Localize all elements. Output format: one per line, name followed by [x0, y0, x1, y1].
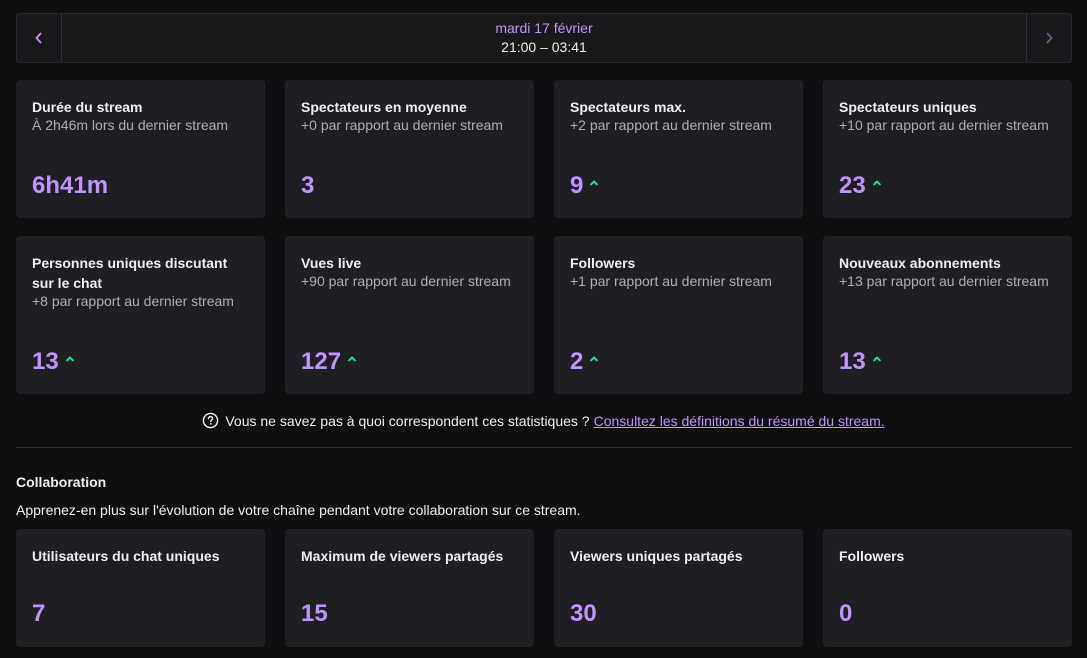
stat-value: 9 [570, 172, 584, 199]
stream-time-range: 21:00 – 03:41 [501, 39, 587, 55]
collab-card-unique-shared-viewers: Viewers uniques partagés 30 [554, 529, 803, 647]
trend-up-icon [347, 356, 357, 362]
stat-title: Vues live [301, 255, 362, 271]
stat-value: 127 [301, 348, 342, 375]
stat-title: Durée du stream [32, 99, 143, 115]
stat-card-average-viewers: Spectateurs en moyenne +0 par rapport au… [285, 80, 534, 218]
section-divider [16, 447, 1072, 448]
previous-stream-button[interactable] [17, 14, 62, 62]
stat-value: 15 [301, 600, 328, 627]
trend-up-icon [65, 356, 74, 362]
stat-title: Followers [570, 255, 636, 271]
collab-card-max-shared-viewers: Maximum de viewers partagés 15 [285, 529, 534, 647]
stream-summary-definitions-link[interactable]: Consultez les définitions du résumé du s… [594, 413, 885, 429]
stat-title: Spectateurs uniques [839, 99, 977, 115]
stat-card-stream-duration: Durée du stream À 2h46m lors du dernier … [16, 80, 265, 218]
collaboration-description: Apprenez-en plus sur l'évolution de votr… [16, 502, 581, 518]
trend-up-icon [590, 180, 599, 186]
stat-comparison: +0 par rapport au dernier stream [301, 117, 503, 133]
collaboration-heading: Collaboration [16, 474, 107, 490]
stat-value: 13 [839, 348, 866, 375]
collab-card-followers: Followers 0 [823, 529, 1072, 647]
stat-value: 2 [570, 348, 584, 375]
next-stream-button[interactable] [1026, 14, 1071, 62]
stats-help-line: Vous ne savez pas à quoi correspondent c… [0, 412, 1087, 429]
stat-comparison: +8 par rapport au dernier stream [32, 293, 234, 309]
stat-card-unique-viewers: Spectateurs uniques +10 par rapport au d… [823, 80, 1072, 218]
stat-title: Followers [839, 548, 905, 564]
stat-value: 30 [570, 600, 597, 627]
collab-card-unique-chat-users: Utilisateurs du chat uniques 7 [16, 529, 265, 647]
stat-card-unique-chatters: Personnes uniques discutant sur le chat … [16, 236, 265, 394]
stream-date: mardi 17 février [495, 20, 593, 36]
stat-card-followers: Followers +1 par rapport au dernier stre… [554, 236, 803, 394]
date-display: mardi 17 février 21:00 – 03:41 [62, 14, 1026, 62]
stat-value: 3 [301, 172, 315, 199]
stat-comparison: +10 par rapport au dernier stream [839, 117, 1049, 133]
stat-card-live-views: Vues live +90 par rapport au dernier str… [285, 236, 534, 394]
chevron-right-icon [1046, 32, 1053, 44]
stat-title: Spectateurs max. [570, 99, 686, 115]
stat-title: Personnes uniques discutant sur le chat [32, 255, 228, 291]
stat-title: Utilisateurs du chat uniques [32, 548, 220, 564]
stat-value: 23 [839, 172, 866, 199]
stat-comparison: +1 par rapport au dernier stream [570, 273, 772, 289]
stat-comparison: +2 par rapport au dernier stream [570, 117, 772, 133]
stat-title: Maximum de viewers partagés [301, 548, 504, 564]
stat-value: 13 [32, 348, 59, 375]
stat-comparison: +13 par rapport au dernier stream [839, 273, 1049, 289]
stat-value: 0 [839, 600, 853, 627]
stat-title: Nouveaux abonnements [839, 255, 1001, 271]
stat-value: 6h41m [32, 172, 109, 199]
stat-card-max-viewers: Spectateurs max. +2 par rapport au derni… [554, 80, 803, 218]
stat-title: Viewers uniques partagés [570, 548, 743, 564]
trend-up-icon [872, 180, 881, 186]
chevron-left-icon [35, 32, 42, 44]
help-text: Vous ne savez pas à quoi correspondent c… [225, 412, 590, 429]
trend-up-icon [872, 356, 881, 362]
stat-card-new-subscriptions: Nouveaux abonnements +13 par rapport au … [823, 236, 1072, 394]
stat-comparison: À 2h46m lors du dernier stream [32, 117, 229, 133]
trend-up-icon [590, 356, 599, 362]
date-navigator: mardi 17 février 21:00 – 03:41 [16, 13, 1072, 63]
stat-value: 7 [32, 600, 46, 627]
stat-comparison: +90 par rapport au dernier stream [301, 273, 511, 289]
stat-title: Spectateurs en moyenne [301, 99, 467, 115]
question-circle-icon [203, 412, 219, 429]
